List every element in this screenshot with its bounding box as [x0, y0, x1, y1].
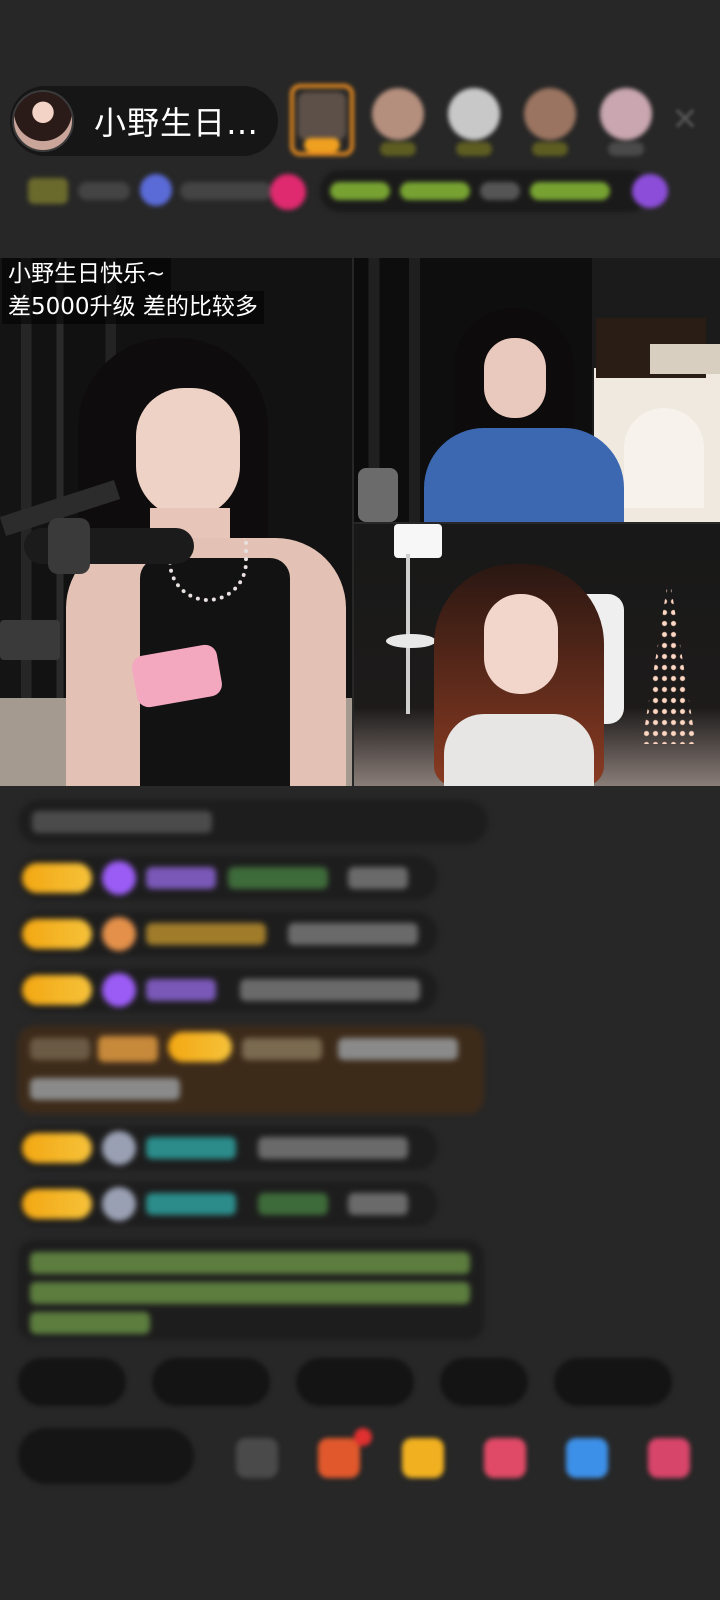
viewer-avatar[interactable] — [290, 84, 354, 156]
host-avatar[interactable] — [12, 90, 74, 152]
main-video-stream[interactable] — [0, 258, 352, 786]
lucky-bag-icon[interactable] — [484, 1438, 526, 1478]
viewer-avatar[interactable] — [594, 84, 658, 156]
host-name: 小野生日… — [94, 104, 260, 142]
chat-message — [18, 800, 488, 844]
viewer-avatar[interactable] — [366, 84, 430, 156]
chat-system-notice — [18, 1240, 484, 1340]
guest-video-top-right[interactable] — [354, 258, 720, 522]
host-profile-pill[interactable]: 小野生日… — [10, 86, 278, 156]
room-info-strip[interactable] — [20, 168, 700, 218]
chat-highlight-message — [18, 1026, 484, 1114]
chat-message — [18, 1182, 438, 1226]
quick-reply-chip[interactable] — [18, 1358, 126, 1406]
caption-line-2: 差5000升级 差的比较多 — [2, 291, 264, 324]
top-viewers-list — [290, 84, 658, 156]
chat-message — [18, 856, 438, 900]
viewer-avatar[interactable] — [518, 84, 582, 156]
caption-line-1: 小野生日快乐~ — [2, 258, 172, 291]
guest-video-bottom-right[interactable] — [354, 524, 720, 786]
quick-reply-chip[interactable] — [554, 1358, 672, 1406]
quick-reply-row — [18, 1358, 672, 1406]
more-icon[interactable] — [236, 1438, 278, 1478]
chat-message — [18, 968, 438, 1012]
close-icon[interactable]: ✕ — [668, 102, 702, 136]
stream-caption: 小野生日快乐~ 差5000升级 差的比较多 — [2, 258, 264, 324]
viewer-avatar[interactable] — [442, 84, 506, 156]
quick-reply-chip[interactable] — [152, 1358, 270, 1406]
notification-dot — [354, 1428, 372, 1446]
chat-input-button[interactable] — [18, 1428, 194, 1484]
gift-box-icon[interactable] — [402, 1438, 444, 1478]
quick-reply-chip[interactable] — [440, 1358, 528, 1406]
bottom-toolbar — [18, 1428, 718, 1488]
task-icon[interactable] — [318, 1438, 360, 1478]
game-icon[interactable] — [566, 1438, 608, 1478]
chat-message — [18, 912, 438, 956]
gift-icon[interactable] — [648, 1438, 690, 1478]
chat-message — [18, 1126, 438, 1170]
quick-reply-chip[interactable] — [296, 1358, 414, 1406]
